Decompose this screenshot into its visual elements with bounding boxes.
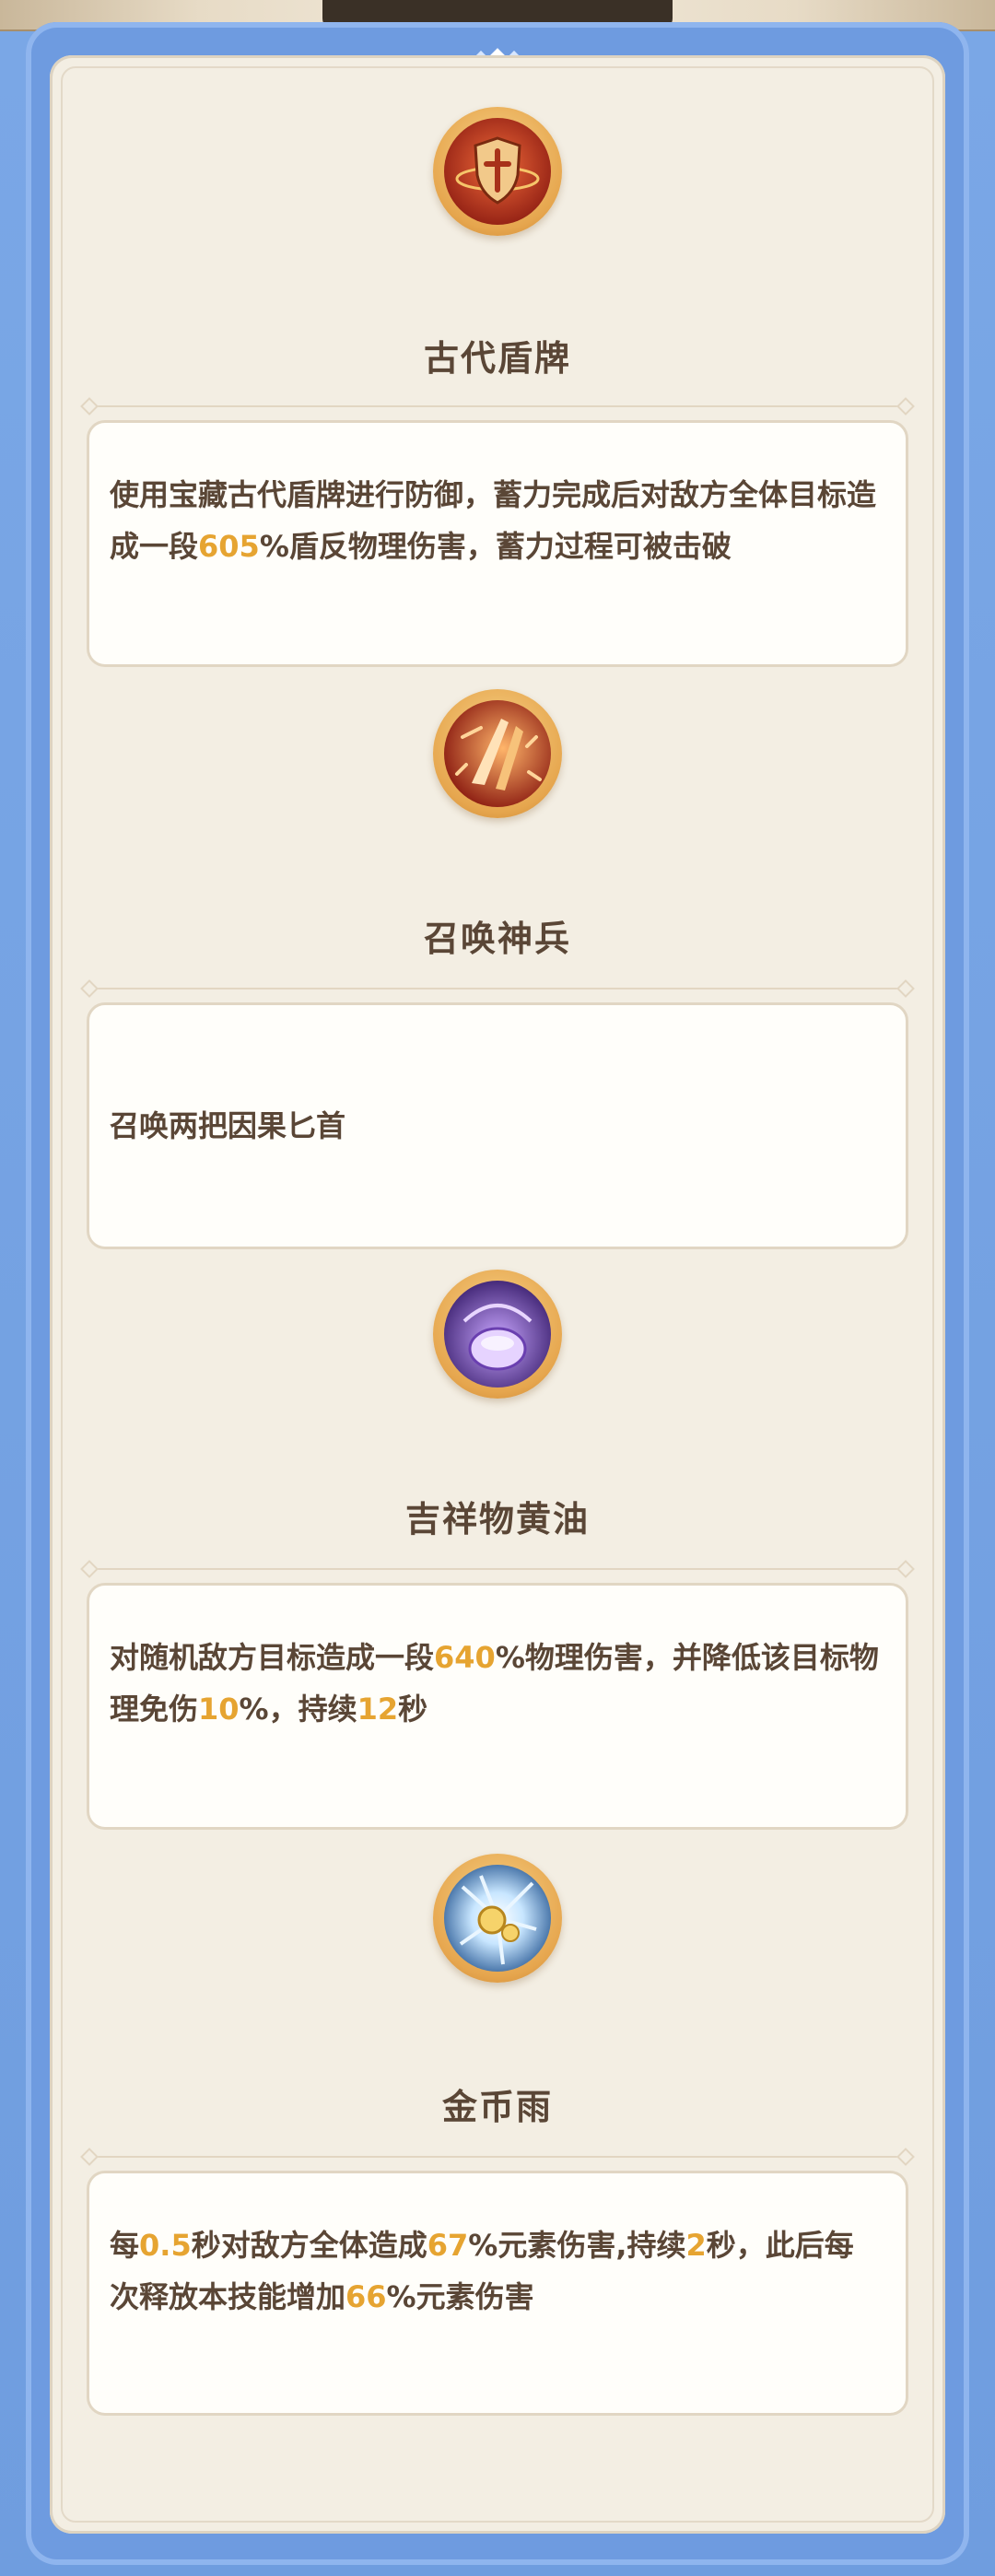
skill-name: 金币雨 xyxy=(441,2087,553,2127)
skill-detail-screen: 古代盾牌 使用宝藏古代盾牌进行防御，蓄力完成后对敌方全体目标造成一段605%盾反… xyxy=(0,0,995,2576)
section-divider xyxy=(87,1568,908,1570)
desc-value: 0.5 xyxy=(139,2228,192,2263)
skill-name: 召唤神兵 xyxy=(423,919,571,959)
skill-icon-frame[interactable] xyxy=(433,1270,562,1399)
desc-text: 秒 xyxy=(398,1692,428,1727)
desc-value: 12 xyxy=(357,1692,399,1727)
skill-icon-frame[interactable] xyxy=(433,1854,562,1983)
desc-text: 秒对敌方全体造成 xyxy=(191,2228,427,2263)
shield-icon xyxy=(444,118,551,225)
desc-value: 605 xyxy=(198,529,260,564)
mascot-icon xyxy=(444,1281,551,1388)
section-divider xyxy=(87,988,908,989)
desc-text: 召唤两把因果匕首 xyxy=(110,1108,346,1143)
skill-name: 古代盾牌 xyxy=(423,338,571,379)
desc-value: 66 xyxy=(345,2279,387,2314)
desc-text: %元素伤害,持续 xyxy=(468,2228,686,2263)
coin-rain-icon xyxy=(444,1865,551,1972)
desc-text: 对随机敌方目标造成一段 xyxy=(110,1640,435,1675)
section-divider xyxy=(87,405,908,407)
skill-icon-frame[interactable] xyxy=(433,689,562,818)
skill-list-panel[interactable]: 古代盾牌 使用宝藏古代盾牌进行防御，蓄力完成后对敌方全体目标造成一段605%盾反… xyxy=(50,55,945,2534)
skill-description: 每0.5秒对敌方全体造成67%元素伤害,持续2秒，此后每次释放本技能增加66%元… xyxy=(87,2171,908,2416)
skill-name: 吉祥物黄油 xyxy=(404,1499,590,1540)
skill-icon-frame[interactable] xyxy=(433,107,562,236)
desc-text: %元素伤害 xyxy=(386,2279,534,2314)
skill-description: 使用宝藏古代盾牌进行防御，蓄力完成后对敌方全体目标造成一段605%盾反物理伤害，… xyxy=(87,420,908,667)
skill-description: 召唤两把因果匕首 xyxy=(87,1002,908,1249)
skill-description: 对随机敌方目标造成一段640%物理伤害，并降低该目标物理免伤10%，持续12秒 xyxy=(87,1583,908,1830)
desc-text: %，持续 xyxy=(239,1692,357,1727)
desc-text: 每 xyxy=(110,2228,140,2263)
desc-value: 67 xyxy=(427,2228,469,2263)
blades-icon xyxy=(444,700,551,807)
desc-value: 10 xyxy=(198,1692,240,1727)
desc-text: %盾反物理伤害，蓄力过程可被击破 xyxy=(259,529,732,564)
desc-value: 2 xyxy=(685,2228,707,2263)
desc-value: 640 xyxy=(434,1640,496,1675)
section-divider xyxy=(87,2156,908,2158)
